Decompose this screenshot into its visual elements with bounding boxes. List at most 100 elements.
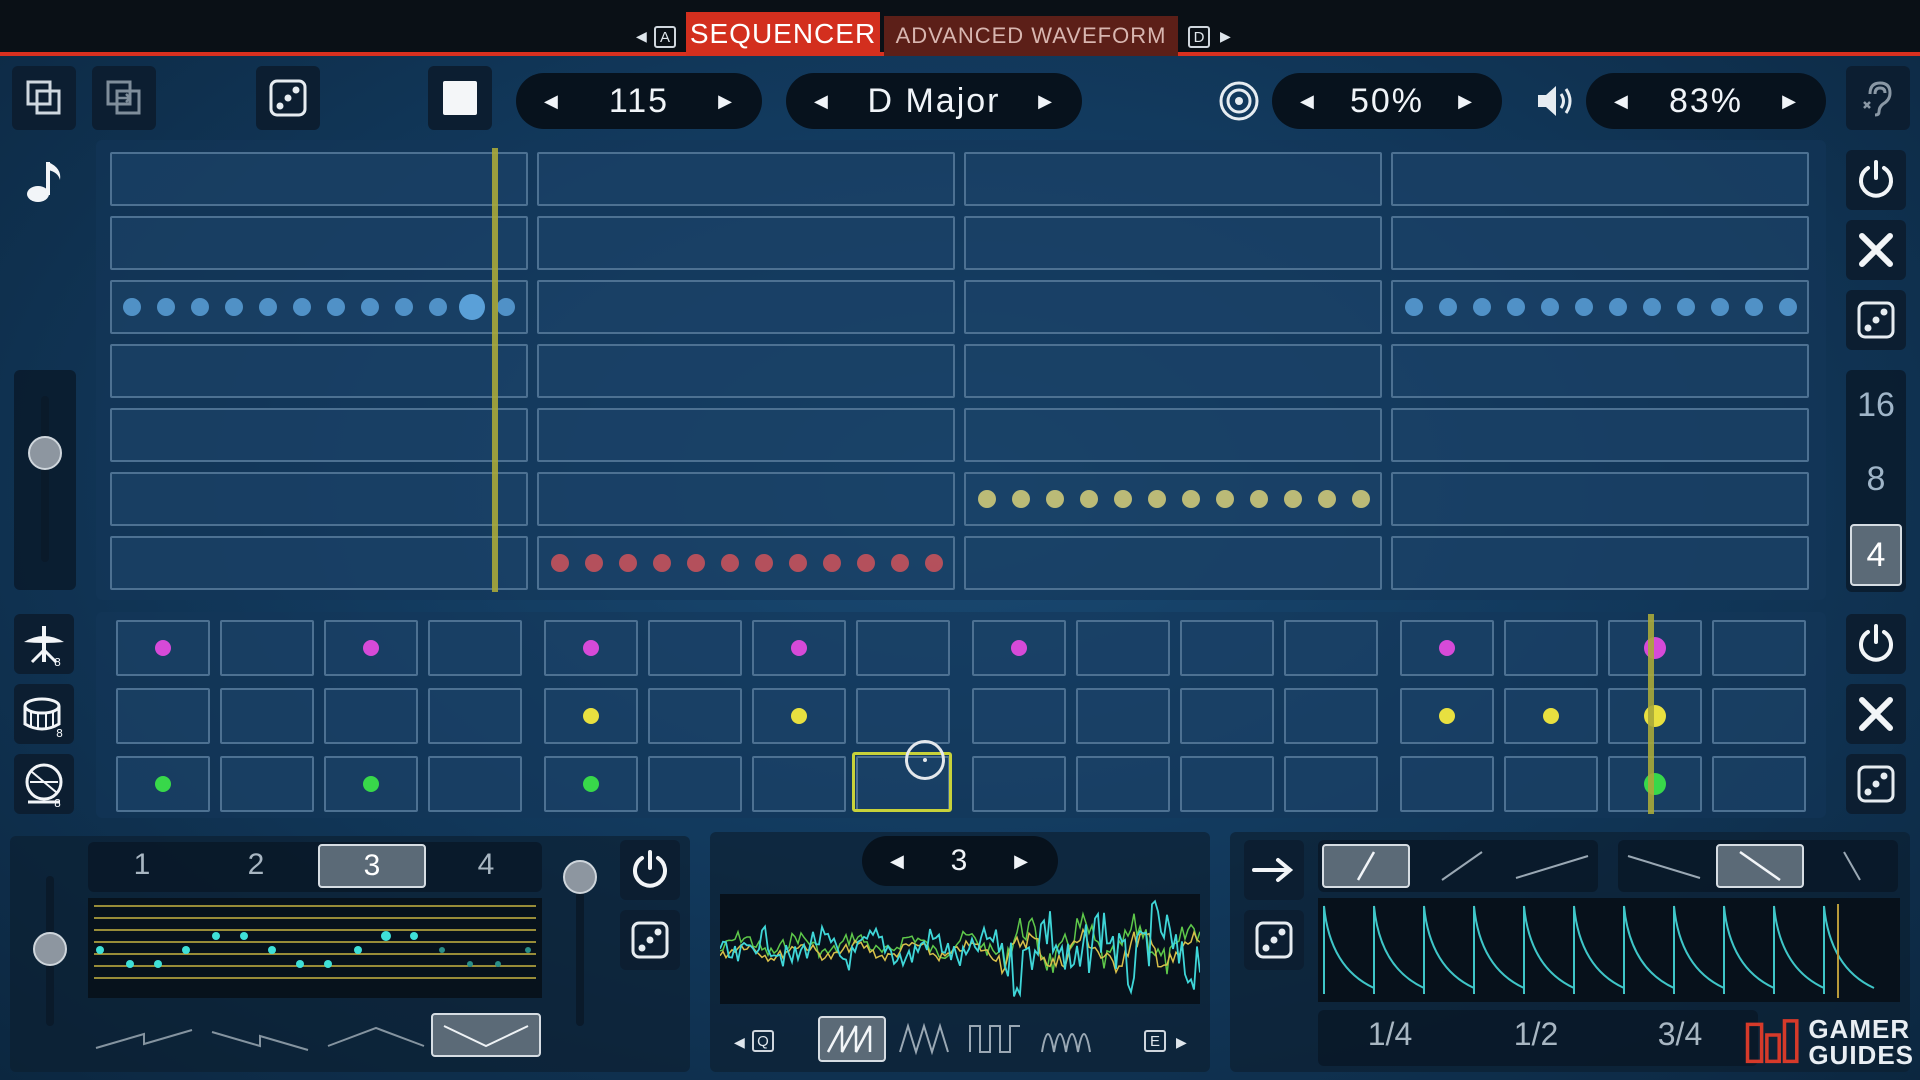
volume-decrease-arrow[interactable]: ◀: [1614, 91, 1630, 112]
melody-cell[interactable]: [1391, 408, 1809, 462]
melody-cell[interactable]: [537, 408, 955, 462]
melody-cell[interactable]: [1391, 344, 1809, 398]
drum-clear-button[interactable]: [1846, 684, 1906, 744]
drum-step-cell[interactable]: [1712, 620, 1806, 676]
melody-cell[interactable]: [1391, 472, 1809, 526]
copy-button[interactable]: [12, 66, 76, 130]
melody-cell[interactable]: [110, 536, 528, 590]
arp-shape-triangle[interactable]: [327, 1026, 425, 1047]
wave-type-sine[interactable]: [1036, 1016, 1096, 1062]
waveform-next-arrow[interactable]: ▶: [1014, 851, 1030, 872]
arp-power-button[interactable]: [620, 840, 680, 900]
drum-step-cell[interactable]: [1284, 620, 1378, 676]
drum-step-cell[interactable]: [324, 688, 418, 744]
melody-cell[interactable]: [537, 344, 955, 398]
attack-curve-medium[interactable]: [1418, 844, 1506, 888]
drum-step-cell[interactable]: [1284, 756, 1378, 812]
step-count-8[interactable]: 8: [1846, 460, 1906, 499]
melody-clear-button[interactable]: [1846, 220, 1906, 280]
drum-step-cell[interactable]: [428, 756, 522, 812]
drum-step-cell[interactable]: [220, 688, 314, 744]
melody-cell[interactable]: [964, 152, 1382, 206]
pattern-tab-1[interactable]: 1: [112, 848, 172, 882]
melody-randomize-button[interactable]: [1846, 290, 1906, 350]
volume-increase-arrow[interactable]: ▶: [1782, 91, 1798, 112]
tab-next-arrow[interactable]: ▶: [1220, 28, 1231, 45]
melody-volume-slider-track[interactable]: [41, 396, 49, 562]
release-curve-medium[interactable]: [1716, 844, 1804, 888]
drum-step-cell[interactable]: [648, 756, 742, 812]
paste-button[interactable]: [92, 66, 156, 130]
drum-step-cell[interactable]: [1076, 756, 1170, 812]
drum-step-cell[interactable]: [856, 620, 950, 676]
target-increase-arrow[interactable]: ▶: [1458, 91, 1474, 112]
arp-randomize-button[interactable]: [620, 910, 680, 970]
melody-cell[interactable]: [1391, 536, 1809, 590]
melody-volume-slider-knob[interactable]: [28, 436, 62, 470]
wave-type-saw[interactable]: [818, 1016, 886, 1062]
drum-step-cell[interactable]: [1284, 688, 1378, 744]
drum-step-cell[interactable]: [972, 688, 1066, 744]
waveform-selector[interactable]: ◀ 3 ▶: [862, 836, 1058, 886]
drum-step-cell[interactable]: [1712, 688, 1806, 744]
snare-button[interactable]: 8: [14, 684, 74, 744]
stop-button[interactable]: [428, 66, 492, 130]
tempo-increase-arrow[interactable]: ▶: [718, 91, 734, 112]
key-prev-arrow[interactable]: ◀: [814, 91, 830, 112]
drum-step-cell[interactable]: [1504, 756, 1598, 812]
tempo-decrease-arrow[interactable]: ◀: [544, 91, 560, 112]
drum-step-cell[interactable]: [1180, 688, 1274, 744]
arp-shape-saw-down[interactable]: [211, 1031, 309, 1051]
target-selector[interactable]: ◀ 50% ▶: [1272, 73, 1502, 129]
drum-step-cell[interactable]: [1076, 688, 1170, 744]
drum-step-cell[interactable]: [1180, 620, 1274, 676]
melody-power-button[interactable]: [1846, 150, 1906, 210]
volume-selector[interactable]: ◀ 83% ▶: [1586, 73, 1826, 129]
melody-cell[interactable]: [964, 344, 1382, 398]
release-curve-steep[interactable]: [1808, 844, 1896, 888]
drum-step-cell[interactable]: [752, 756, 846, 812]
drum-step-cell[interactable]: [972, 756, 1066, 812]
waveform-prev-arrow[interactable]: ◀: [890, 851, 906, 872]
step-count-4[interactable]: 4: [1850, 524, 1902, 586]
drum-step-cell[interactable]: [1712, 756, 1806, 812]
wave-type-next-arrow[interactable]: ▶: [1176, 1034, 1187, 1051]
melody-cell[interactable]: [110, 472, 528, 526]
key-selector[interactable]: ◀ D Major ▶: [786, 73, 1082, 129]
kick-drum-button[interactable]: 8: [14, 754, 74, 814]
arp-shape-saw-up[interactable]: [95, 1029, 193, 1049]
tab-sequencer[interactable]: SEQUENCER: [686, 12, 880, 56]
arp-volume-slider-knob[interactable]: [33, 932, 67, 966]
melody-cell[interactable]: [110, 344, 528, 398]
drum-power-button[interactable]: [1846, 614, 1906, 674]
randomize-all-button[interactable]: [256, 66, 320, 130]
melody-cell[interactable]: [537, 216, 955, 270]
wave-type-triangle[interactable]: [894, 1016, 954, 1062]
drum-step-cell[interactable]: [220, 620, 314, 676]
melody-cell[interactable]: [110, 408, 528, 462]
cymbal-button[interactable]: 8: [14, 614, 74, 674]
rate-option-1-2[interactable]: 1/2: [1496, 1016, 1576, 1053]
envelope-randomize-button[interactable]: [1244, 910, 1304, 970]
drum-step-cell[interactable]: [856, 688, 950, 744]
drum-step-cell[interactable]: [220, 756, 314, 812]
pattern-tab-2[interactable]: 2: [226, 848, 286, 882]
envelope-direction-button[interactable]: [1244, 840, 1304, 900]
melody-cell[interactable]: [537, 152, 955, 206]
melody-cell[interactable]: [537, 472, 955, 526]
arp-shape-valley[interactable]: [431, 1013, 541, 1057]
step-count-16[interactable]: 16: [1846, 386, 1906, 425]
melody-cell[interactable]: [964, 280, 1382, 334]
melody-cell[interactable]: [1391, 152, 1809, 206]
drum-step-cell[interactable]: [428, 688, 522, 744]
melody-cell[interactable]: [964, 408, 1382, 462]
drum-step-cell[interactable]: [648, 620, 742, 676]
pattern-tab-4[interactable]: 4: [456, 848, 516, 882]
attack-curve-steep[interactable]: [1322, 844, 1410, 888]
rate-option-1-4[interactable]: 1/4: [1350, 1016, 1430, 1053]
melody-cell[interactable]: [110, 216, 528, 270]
key-next-arrow[interactable]: ▶: [1038, 91, 1054, 112]
pattern-tab-3[interactable]: 3: [318, 844, 426, 888]
drum-step-cell[interactable]: [1400, 756, 1494, 812]
drum-step-cell[interactable]: [1180, 756, 1274, 812]
